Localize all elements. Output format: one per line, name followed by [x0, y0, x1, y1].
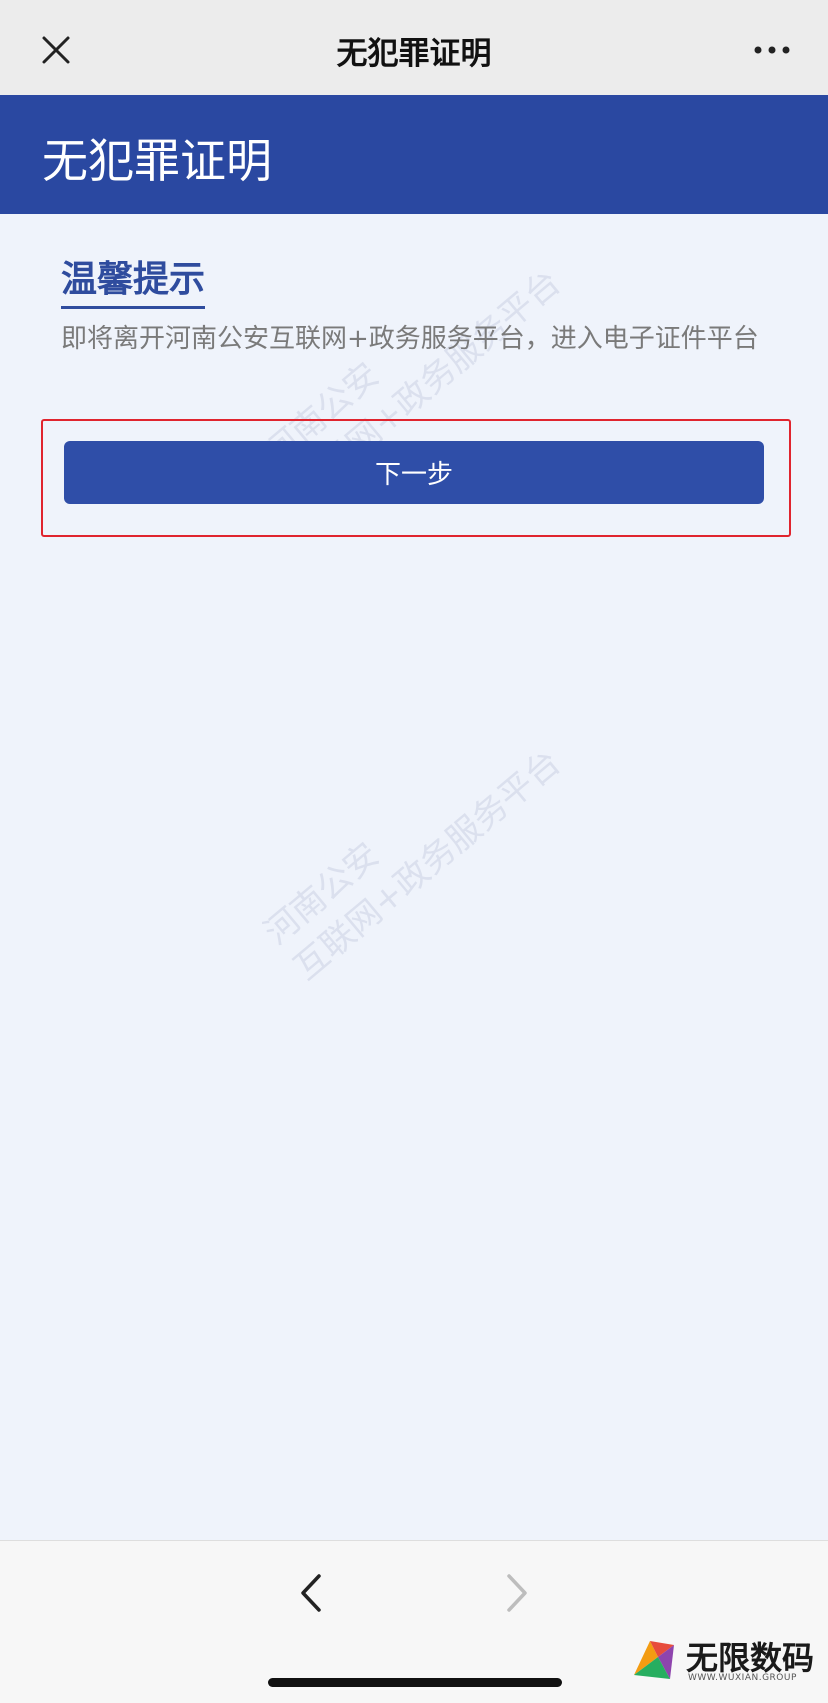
brand-watermark: 无限数码 WWW.WUXIAN.GROUP [628, 1629, 818, 1695]
page-banner: 无犯罪证明 [0, 95, 828, 214]
more-icon[interactable] [752, 40, 792, 60]
tip-title: 温馨提示 [61, 250, 206, 309]
watermark-line1: 河南公安 [256, 834, 387, 953]
home-indicator [268, 1678, 562, 1687]
chevron-left-icon[interactable] [297, 1572, 327, 1614]
nav-title: 无犯罪证明 [336, 36, 492, 72]
next-step-button[interactable]: 下一步 [64, 441, 764, 504]
watermark: 河南公安 互联网+政务服务平台 [255, 705, 570, 990]
tip-text: 即将离开河南公安互联网+政务服务平台，进入电子证件平台 [61, 324, 759, 354]
watermark-line2: 互联网+政务服务平台 [286, 742, 569, 989]
top-nav-bar: 无犯罪证明 [0, 0, 828, 96]
banner-title: 无犯罪证明 [42, 134, 272, 188]
bottom-toolbar: 无限数码 WWW.WUXIAN.GROUP [0, 1540, 828, 1703]
brand-logo-icon [634, 1641, 674, 1679]
chevron-right-icon[interactable] [501, 1572, 531, 1614]
brand-subtitle: WWW.WUXIAN.GROUP [688, 1673, 797, 1683]
